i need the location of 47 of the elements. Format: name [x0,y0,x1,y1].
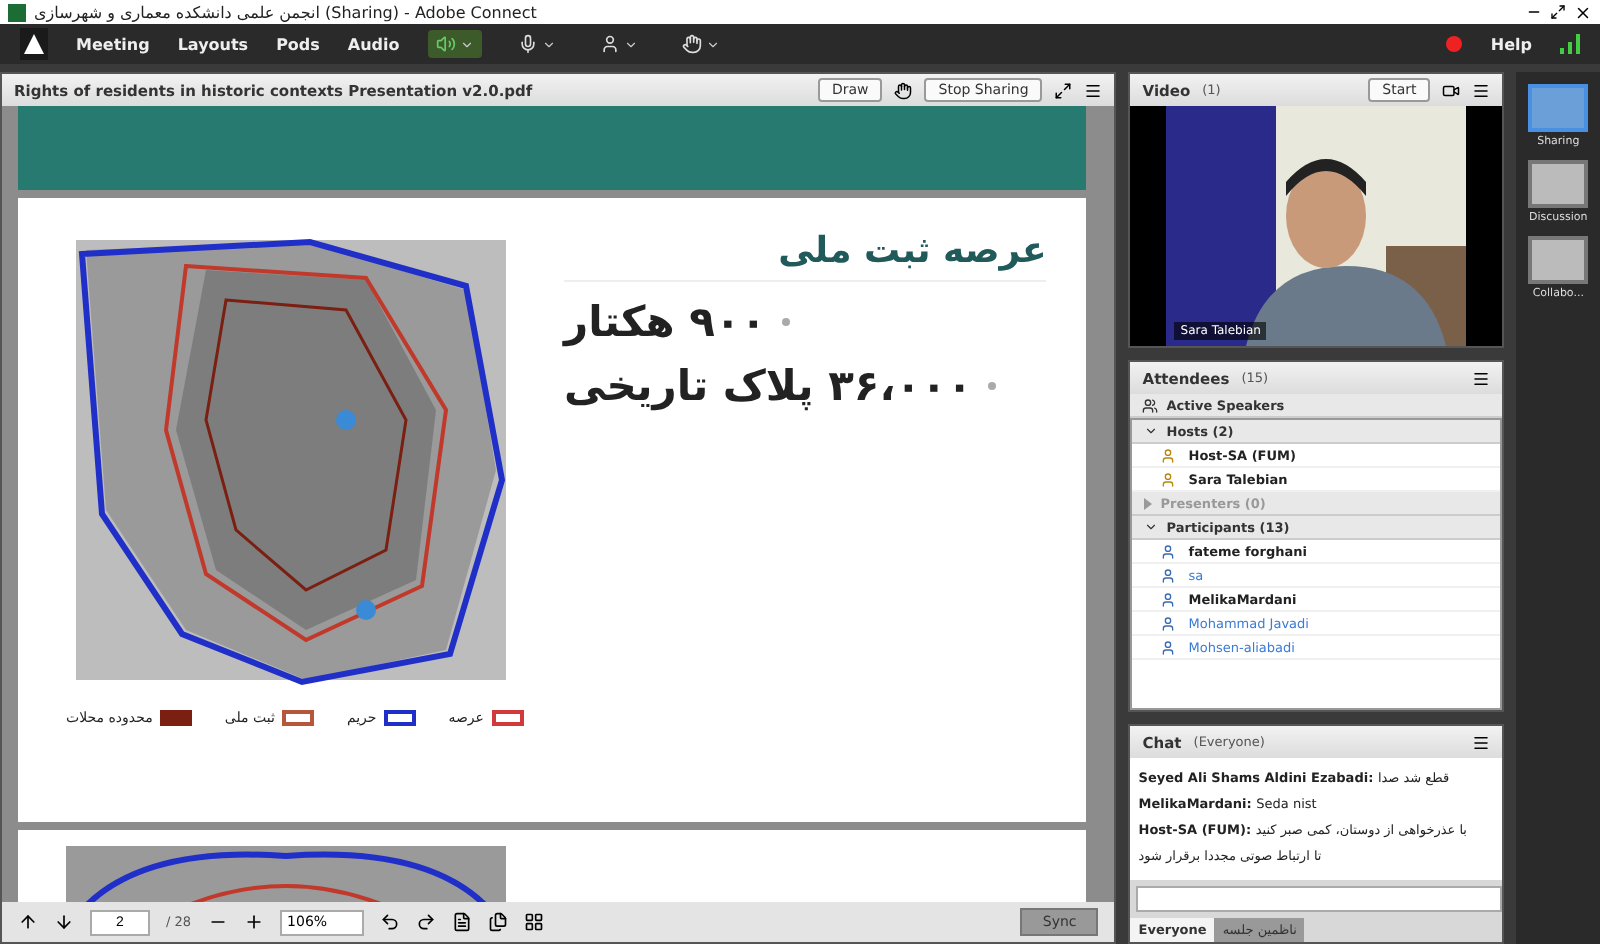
caret-icon [541,37,556,51]
bullet-icon [782,318,791,326]
bullet-text: ۳۶،۰۰۰ پلاک تاریخی [563,362,973,410]
app-icon [8,3,26,21]
layout-thumbnail[interactable] [1528,84,1589,132]
signal-icon [1560,34,1580,54]
fullscreen-icon[interactable] [1054,81,1073,99]
caret-icon [705,37,720,51]
speaker-button[interactable] [427,30,482,58]
window-title: انجمن علمی دانشکده معماری و شهرسازی (Sharing) - Adobe Connect [34,3,537,21]
layout-thumbnail[interactable] [1528,236,1589,284]
next-page-icon[interactable] [54,912,74,932]
menu-item[interactable]: Audio [347,35,400,53]
pages-icon[interactable] [487,912,508,932]
caret-icon [1144,424,1159,438]
caret-icon [623,37,638,51]
close-icon[interactable] [1574,3,1592,21]
hand-icon [681,34,702,54]
logo-icon [20,28,48,60]
caret-icon [459,37,474,51]
redo-icon[interactable] [415,912,436,932]
document-icon[interactable] [451,912,472,932]
menu-icon[interactable] [1472,369,1491,387]
pointer-icon[interactable] [894,81,913,99]
slide-heading: عرصه ثبت ملی [563,230,1047,282]
menu-icon[interactable] [1472,733,1491,751]
menu-item[interactable]: Layouts [177,35,249,53]
microphone-icon [517,34,538,54]
person-icon [599,34,620,54]
chat-input[interactable] [1136,886,1503,912]
menu-item[interactable]: Meeting [76,35,150,53]
menu-icon[interactable] [1084,81,1103,99]
menu-icon[interactable] [1472,81,1491,99]
maximize-icon[interactable] [1550,4,1566,20]
camera-icon[interactable] [1442,81,1461,99]
menu-item[interactable]: Pods [276,35,320,53]
layout-thumbnail[interactable] [1528,160,1589,208]
help-menu[interactable]: Help [1490,35,1532,53]
undo-icon[interactable] [379,912,400,932]
people-icon [1142,397,1159,413]
zoom-in-icon[interactable] [243,912,264,932]
speaker-icon [435,34,456,54]
bullet-icon [988,382,997,390]
bullet-text: ۹۰۰ هکتار [563,298,767,346]
thumbnails-icon[interactable] [523,912,544,932]
recording-icon [1446,36,1463,52]
previous-page-icon[interactable] [18,912,38,932]
